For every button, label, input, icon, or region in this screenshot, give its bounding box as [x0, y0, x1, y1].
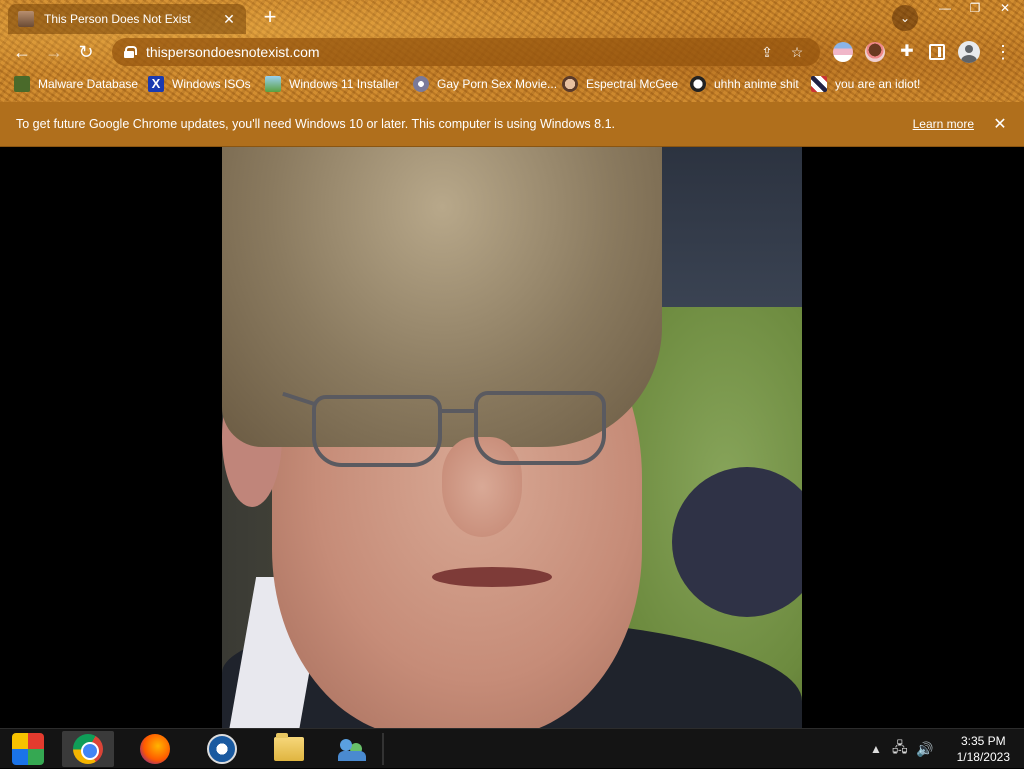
extension-avatar-icon[interactable]: [865, 42, 885, 62]
url-text[interactable]: thispersondoesnotexist.com: [146, 44, 748, 60]
infobar-message: To get future Google Chrome updates, you…: [16, 117, 615, 131]
bookmark-espectral-mcgee[interactable]: Espectral McGee: [562, 72, 678, 96]
page-content: [0, 147, 1024, 728]
bookmark-you-are-an-idiot[interactable]: you are an idiot!: [811, 72, 920, 96]
side-panel-icon[interactable]: [929, 44, 945, 60]
start-icon: [12, 733, 44, 765]
start-button[interactable]: [2, 731, 54, 767]
bookmark-label: uhhh anime shit: [714, 77, 799, 91]
minimize-button[interactable]: —: [930, 0, 960, 18]
infobar-close-icon[interactable]: ✕: [992, 114, 1008, 134]
x-icon: X: [148, 76, 164, 92]
taskbar-firefox[interactable]: [129, 731, 181, 767]
volume-icon[interactable]: 🔊: [916, 729, 933, 769]
taskbar-obama[interactable]: [196, 731, 248, 767]
profile-avatar-icon[interactable]: [958, 41, 980, 63]
taskbar-chrome[interactable]: [62, 731, 114, 767]
share-icon[interactable]: ⇪: [756, 41, 778, 63]
bookmark-star-icon[interactable]: ☆: [786, 41, 808, 63]
new-tab-button[interactable]: +: [258, 6, 282, 30]
chrome-icon: [73, 734, 103, 764]
bookmark-uhhh-anime-shit[interactable]: uhhh anime shit: [690, 72, 799, 96]
lock-icon[interactable]: [124, 46, 137, 58]
taskbar: ▲ 🖧 🔊 3:35 PM 1/18/2023: [0, 728, 1024, 768]
bookmark-label: you are an idiot!: [835, 77, 921, 91]
tab-close-icon[interactable]: ✕: [220, 10, 238, 28]
users-icon: [338, 737, 366, 761]
close-window-button[interactable]: ✕: [990, 0, 1020, 18]
clock-time: 3:35 PM: [960, 734, 1006, 748]
tray-chevron-icon[interactable]: ▲: [870, 729, 882, 769]
bookmark-windows-11-installer[interactable]: Windows 11 Installer: [265, 72, 399, 96]
obama-logo-icon: [207, 734, 237, 764]
address-bar[interactable]: thispersondoesnotexist.com ⇪ ☆: [112, 38, 820, 66]
flag-icon: [811, 76, 827, 92]
disc-icon: [413, 76, 429, 92]
update-infobar: To get future Google Chrome updates, you…: [0, 102, 1024, 147]
restore-button[interactable]: ❐: [960, 0, 990, 18]
forward-button[interactable]: →: [42, 40, 66, 64]
taskbar-file-explorer[interactable]: [263, 731, 315, 767]
clock-date: 1/18/2023: [956, 750, 1010, 764]
bookmark-label: Malware Database: [38, 77, 139, 91]
bookmark-label: Espectral McGee: [586, 77, 679, 91]
bookmark-label: Gay Porn Sex Movie...: [437, 77, 558, 91]
taskbar-users[interactable]: [326, 731, 378, 767]
folder-icon: [274, 733, 304, 761]
bookmark-malware-database[interactable]: Malware Database: [14, 72, 138, 96]
firefox-icon: [140, 734, 170, 764]
back-button[interactable]: ←: [10, 40, 34, 64]
bookmark-gay-porn-sex-movie[interactable]: Gay Porn Sex Movie...: [413, 72, 557, 96]
taskbar-separator: [382, 733, 384, 765]
tab-title: This Person Does Not Exist: [44, 12, 191, 26]
extension-flag-icon[interactable]: [833, 42, 853, 62]
browser-frame: This Person Does Not Exist ✕ + ⌄ — ❐ ✕ ←…: [0, 0, 1024, 102]
bookmark-label: Windows 11 Installer: [289, 77, 399, 91]
generated-face-image: [222, 147, 802, 728]
mcgee-icon: [562, 76, 578, 92]
tab-search-button[interactable]: ⌄: [892, 5, 918, 31]
anime-icon: [690, 76, 706, 92]
window-controls: — ❐ ✕: [930, 0, 1020, 18]
bookmark-label: Windows ISOs: [172, 77, 251, 91]
installer-icon: [265, 76, 281, 92]
system-clock[interactable]: 3:35 PM 1/18/2023: [957, 733, 1010, 765]
chrome-menu-icon[interactable]: ⋮: [994, 40, 1012, 64]
network-icon[interactable]: 🖧: [892, 729, 908, 769]
malware-icon: [14, 76, 30, 92]
extensions-puzzle-icon[interactable]: ✚: [897, 42, 917, 62]
reload-button[interactable]: ↻: [74, 40, 98, 64]
bookmark-windows-isos[interactable]: X Windows ISOs: [148, 72, 251, 96]
tab-favicon: [18, 11, 34, 27]
bookmarks-bar: Malware Database X Windows ISOs Windows …: [0, 72, 1024, 96]
tab-this-person-does-not-exist[interactable]: This Person Does Not Exist ✕: [8, 4, 246, 34]
learn-more-link[interactable]: Learn more: [913, 117, 974, 131]
